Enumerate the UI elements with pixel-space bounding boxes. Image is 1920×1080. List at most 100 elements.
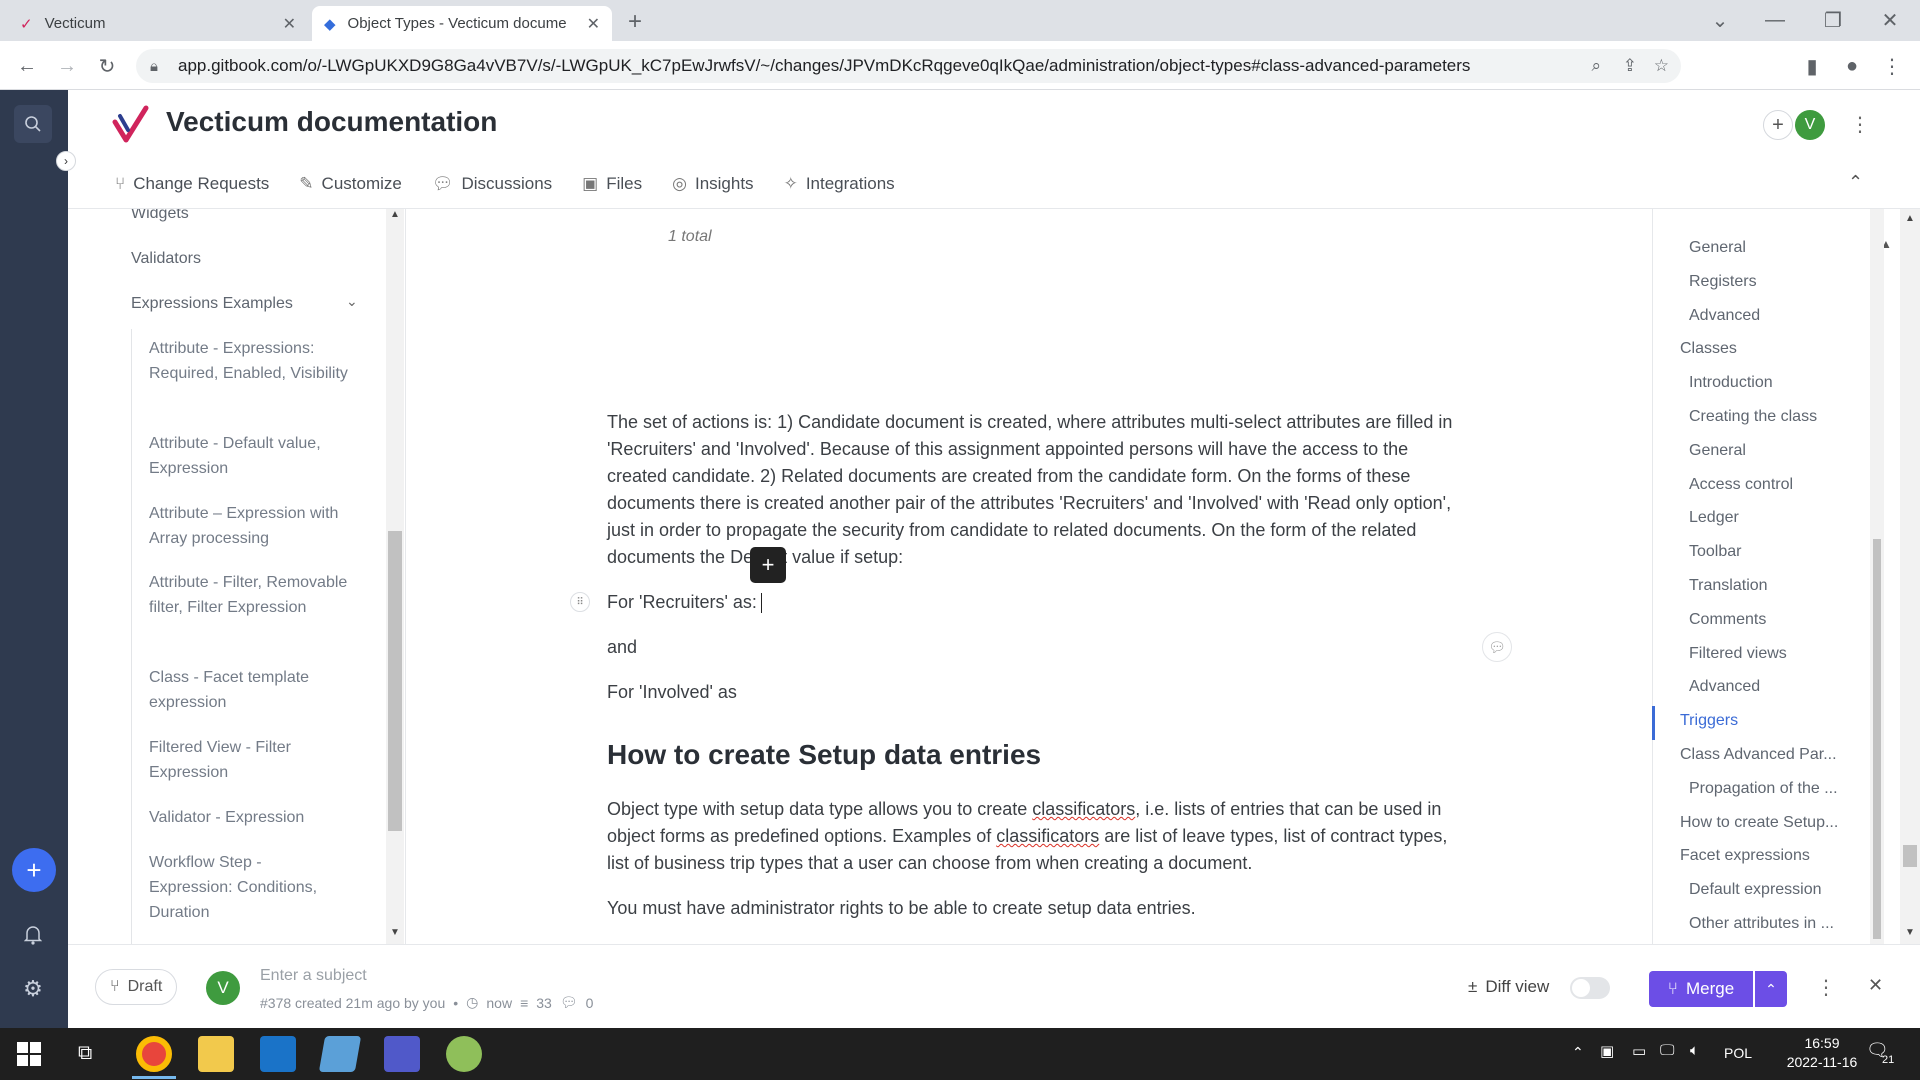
paint-app-icon[interactable] [446,1036,482,1072]
diff-view-toggle[interactable] [1570,977,1610,999]
zoom-icon[interactable]: ⌕ [1591,56,1601,76]
outlook-icon[interactable] [260,1036,296,1072]
profile-icon[interactable]: ● [1837,51,1867,81]
toc-item[interactable]: Registers [1689,273,1757,291]
paragraph-involved[interactable]: For 'Involved' as [607,679,1457,706]
toc-item[interactable]: Comments [1689,611,1766,629]
paragraph[interactable]: Object type with setup data type allows … [607,796,1457,877]
toc-item[interactable]: Access control [1689,476,1793,494]
reload-icon[interactable]: ↻ [92,51,122,81]
side-panel-icon[interactable]: ▮ [1797,51,1827,81]
nav-integrations[interactable]: ✧ Integrations [784,170,895,198]
nav-insights[interactable]: ◎ Insights [672,170,753,198]
scrollbar-thumb[interactable] [388,531,402,831]
sidebar-subitem[interactable]: Class - Facet template expression [149,665,349,715]
close-tab-icon[interactable]: ✕ [587,14,600,34]
nav-files[interactable]: ▣ Files [582,170,642,198]
toc-item[interactable]: Classes [1680,340,1737,358]
forward-icon[interactable]: → [52,51,82,81]
avatar[interactable]: V [1795,110,1825,140]
tray-app-icon[interactable]: ▣ [1600,1042,1614,1060]
draft-badge[interactable]: ⑂ Draft [95,969,178,1005]
toc-item[interactable]: Ledger [1689,509,1739,527]
toc-item[interactable]: General [1689,442,1746,460]
restore-icon[interactable]: ❐ [1818,5,1848,35]
window-close-icon[interactable]: ✕ [1875,5,1905,35]
sidebar-subitem[interactable]: Validator - Expression [149,805,349,830]
section-heading[interactable]: How to create Setup data entries [607,741,1457,769]
task-view-icon[interactable]: ⧉ [78,1042,92,1065]
chrome-taskbar-icon[interactable] [136,1036,172,1072]
toc-scrollbar[interactable] [1870,209,1884,944]
clock[interactable]: 16:59 2022-11-16 [1786,1034,1858,1072]
close-tab-icon[interactable]: ✕ [283,14,296,34]
toc-item[interactable]: Introduction [1689,374,1773,392]
sidebar-subitem[interactable]: Attribute - Expressions: Required, Enabl… [149,336,349,386]
windows-start-icon[interactable] [17,1042,41,1071]
close-icon[interactable]: ✕ [1868,975,1883,996]
nav-change-requests[interactable]: ⑂ Change Requests [115,170,269,198]
more-options-icon[interactable]: ⋮ [1816,975,1836,1000]
toc-item[interactable]: Filtered views [1689,645,1787,663]
sidebar-item-validators[interactable]: Validators [131,246,201,271]
paragraph[interactable]: You must have administrator rights to be… [607,895,1457,922]
toc-item[interactable]: Default expression [1689,881,1822,899]
chrome-menu-icon[interactable]: ⋮ [1877,51,1907,81]
sidebar-subitem[interactable]: Attribute - Filter, Removable filter, Fi… [149,570,349,620]
toc-item[interactable]: Advanced [1689,307,1760,325]
toc-item[interactable]: Toolbar [1689,543,1741,561]
toc-item[interactable]: Translation [1689,577,1768,595]
toc-item[interactable]: Creating the class [1689,408,1817,426]
nav-customize[interactable]: ✎ Customize [299,170,402,198]
file-explorer-icon[interactable] [198,1036,234,1072]
scroll-down-icon[interactable]: ▼ [390,927,400,938]
paragraph-recruiters[interactable]: For 'Recruiters' as: [607,589,1457,616]
chevron-down-icon[interactable]: ⌄ [346,293,358,310]
toc-item[interactable]: Facet expressions [1680,847,1810,865]
drag-handle-icon[interactable]: ⠿ [570,592,590,612]
toc-item[interactable]: Advanced [1689,678,1760,696]
sidebar-item-expressions-examples[interactable]: Expressions Examples [131,291,293,316]
more-options-icon[interactable]: ⋮ [1850,112,1870,137]
volume-icon[interactable]: 🔈︎ [1690,1042,1699,1059]
add-icon[interactable]: + [1763,110,1793,140]
tray-chevron-icon[interactable]: ⌃ [1572,1044,1584,1061]
nav-discussions[interactable]: 💬︎ Discussions [432,170,552,198]
language-indicator[interactable]: POL [1724,1045,1752,1061]
search-icon[interactable] [14,105,52,143]
new-tab-icon[interactable]: + [620,7,650,37]
collapse-header-chevron-icon[interactable]: ⌃ [1848,172,1863,193]
share-icon[interactable]: ⇪ [1623,56,1637,76]
toc-item[interactable]: How to create Setup... [1680,814,1838,832]
scrollbar-thumb[interactable] [1903,845,1917,867]
browser-tab-vecticum[interactable]: ✓ Vecticum ✕ [8,6,308,41]
toc-item[interactable]: General [1689,239,1746,257]
insert-block-button[interactable]: + [750,547,786,583]
sidebar-subitem[interactable]: Workflow Step - Expression: Conditions, … [149,850,349,925]
add-icon[interactable]: + [12,848,56,892]
toc-item[interactable]: Triggers [1680,712,1738,730]
scrollbar-thumb[interactable] [1873,539,1881,939]
sidebar-scrollbar[interactable]: ▲ ▼ [386,209,404,944]
paragraph[interactable]: The set of actions is: 1) Candidate docu… [607,409,1457,571]
merge-options-chevron-icon[interactable]: ⌃ [1755,971,1787,1007]
back-icon[interactable]: ← [12,51,42,81]
sidebar-item-widgets[interactable]: Widgets [131,209,189,226]
toc-item[interactable]: Class Advanced Par... [1680,746,1837,764]
notes-app-icon[interactable] [318,1036,362,1072]
url-field[interactable]: 🔒︎ app.gitbook.com/o/-LWGpUKXD9G8Ga4vVB7… [136,49,1681,83]
scroll-up-icon[interactable]: ▲ [1905,213,1915,224]
teams-icon[interactable] [384,1036,420,1072]
subject-input[interactable]: Enter a subject [260,967,367,985]
toc-item[interactable]: Other attributes in ... [1689,915,1834,933]
scroll-down-icon[interactable]: ▼ [1905,927,1915,938]
bookmark-star-icon[interactable]: ☆ [1654,56,1669,76]
network-icon[interactable]: 🖵︎ [1660,1042,1674,1059]
sidebar-subitem[interactable]: Attribute - Default value, Expression [149,431,349,481]
sidebar-subitem[interactable]: Filtered View - Filter Expression [149,735,349,785]
page-scrollbar[interactable]: ▲ ▼ [1900,209,1920,944]
battery-icon[interactable]: ▭ [1632,1042,1646,1060]
expand-sidebar-chevron-icon[interactable]: › [56,151,76,171]
diff-view-toggle-label[interactable]: ± Diff view [1468,977,1549,997]
sidebar-subitem[interactable]: Attribute – Expression with Array proces… [149,501,349,551]
